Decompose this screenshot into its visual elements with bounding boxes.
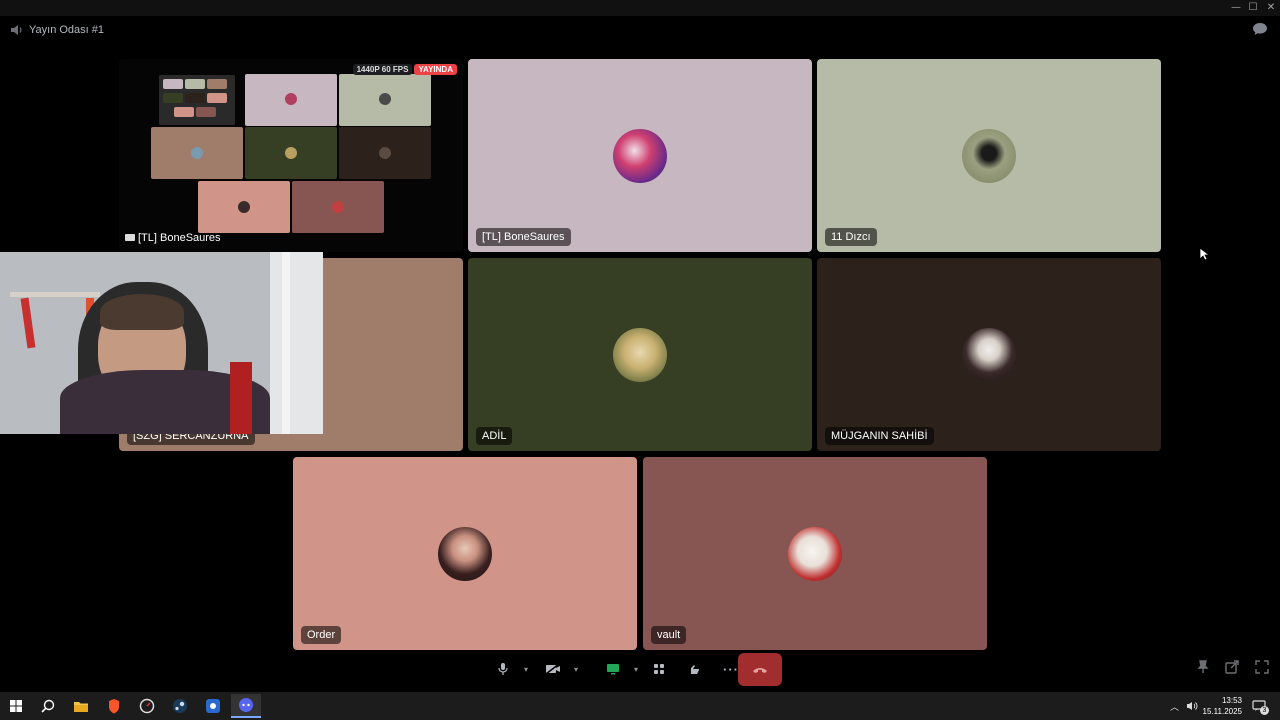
app-gauge-icon[interactable] [132,694,162,718]
stream-preview-avatar [238,201,250,213]
live-badge: YAYINDA [414,64,457,75]
stream-preview-avatar [285,147,297,159]
brave-browser-icon[interactable] [99,694,129,718]
file-explorer-icon[interactable] [66,694,96,718]
stream-preview-cell [174,107,194,117]
windows-start-icon[interactable] [1,694,31,718]
participant-name: vault [651,626,687,644]
participant-tile[interactable]: ADİL [468,258,812,451]
notification-center-icon[interactable]: 3 [1252,692,1269,720]
stream-preview-avatar [285,93,297,105]
participant-tile[interactable]: MÜJGANIN SAHİBİ [817,258,1161,451]
volume-icon[interactable] [1186,692,1198,720]
clock-date: 15.11.2025 [1202,707,1242,716]
mouse-cursor-icon [1199,247,1209,261]
participant-avatar [962,128,1016,183]
webcam-shelf [10,292,100,297]
stream-label: [TL] BoneSaures [125,232,221,244]
taskbar: ︿ 13:53 15.11.2025 3 [0,692,1280,720]
soundboard-icon[interactable] [682,656,708,682]
stream-tile[interactable]: 1440P 60 FPS YAYINDA [TL] BoneSaures [119,59,463,252]
webcam-scarf [20,297,36,349]
stream-preview-avatar [379,147,391,159]
stream-preview-cell [185,79,205,89]
tray-chevron-up-icon[interactable]: ︿ [1170,692,1179,720]
participant-avatar [962,327,1016,382]
participant-avatar [613,327,667,382]
call-controls: ▾ ▾ ▾ ··· [490,652,744,686]
notification-count-badge: 3 [1260,706,1269,715]
participant-tile[interactable]: Order [293,457,637,650]
participant-name: MÜJGANIN SAHİBİ [825,427,934,445]
system-clock[interactable]: 13:53 15.11.2025 [1203,695,1242,717]
screen-share-icon[interactable] [600,656,626,682]
chevron-down-icon[interactable]: ▾ [570,656,582,682]
participant-tile[interactable]: 11 Dızcı [817,59,1161,252]
search-icon[interactable] [33,694,63,718]
clock-time: 13:53 [1221,696,1242,705]
participant-tile[interactable]: [TL] BoneSaures [468,59,812,252]
activities-icon[interactable] [646,656,672,682]
participant-tile[interactable]: vault [643,457,987,650]
stream-preview-cell [207,79,227,89]
webcam-door-frame [282,252,290,434]
microphone-icon[interactable] [490,656,516,682]
pin-icon[interactable] [1194,660,1212,678]
minimize-button[interactable]: — [1228,2,1244,14]
stream-preview-cell [196,107,216,117]
steam-icon[interactable] [165,694,195,718]
stream-preview-avatar [191,147,203,159]
channel-header: Yayın Odası #1 [10,22,104,38]
participant-avatar [788,526,842,581]
stream-preview-cell [163,93,183,103]
channel-name: Yayın Odası #1 [29,24,105,36]
participant-avatar [613,128,667,183]
participant-avatar [438,526,492,581]
stream-preview-avatar [379,93,391,105]
stream-badges: 1440P 60 FPS YAYINDA [352,64,457,75]
webcam-overlay [0,252,323,434]
webcam-hair [100,294,184,330]
stream-preview-cell [207,93,227,103]
stream-label-text: [TL] BoneSaures [138,232,221,244]
close-button[interactable]: ✕ [1263,2,1279,14]
chevron-down-icon[interactable]: ▾ [630,656,642,682]
popout-icon[interactable] [1223,660,1241,678]
stream-preview-cell [163,79,183,89]
discord-icon[interactable] [231,694,261,718]
leave-call-button[interactable] [738,653,782,686]
stream-quality-badge: 1440P 60 FPS [352,64,413,75]
chat-icon[interactable] [1252,22,1268,36]
speaker-icon [11,25,22,35]
app-settings-icon[interactable] [198,694,228,718]
webcam-door [270,252,323,434]
title-bar: — ☐ ✕ [0,0,1280,16]
webcam-chair [230,362,252,434]
screen-icon [125,234,135,241]
participant-name: Order [301,626,342,644]
camera-off-icon[interactable] [540,656,566,682]
participant-name: 11 Dızcı [825,228,877,246]
stream-preview-cell [185,93,205,103]
participant-name: [TL] BoneSaures [476,228,571,246]
participant-name: ADİL [476,427,513,445]
stream-preview-avatar [332,201,344,213]
fullscreen-icon[interactable] [1253,660,1271,678]
disconnect-icon [753,667,767,673]
chevron-down-icon[interactable]: ▾ [520,656,532,682]
maximize-button[interactable]: ☐ [1245,2,1261,14]
